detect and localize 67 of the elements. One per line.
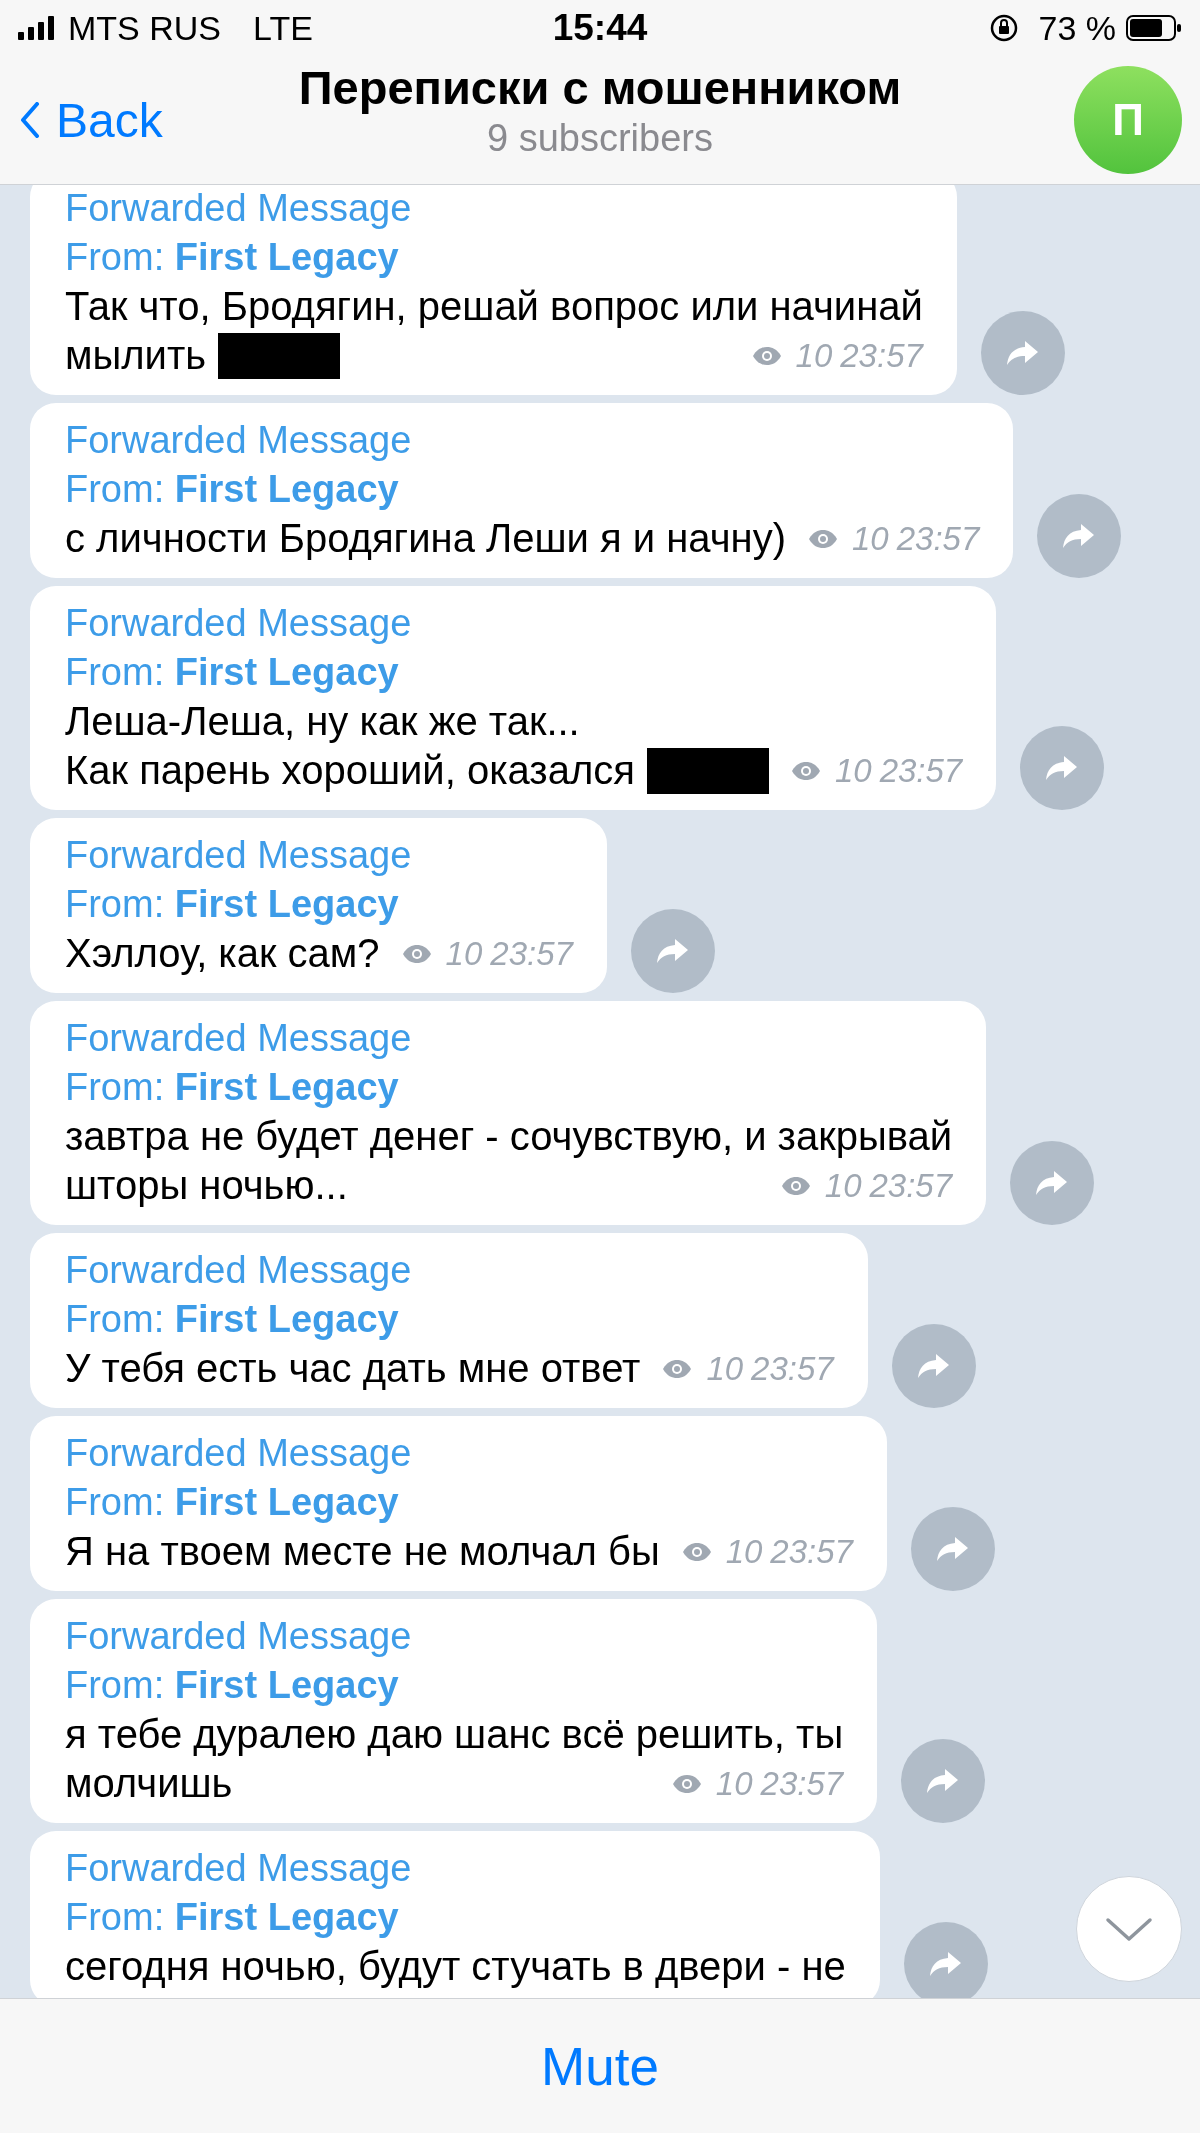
clock-time: 15:44 [552,7,648,49]
rotation-lock-icon [988,13,1019,43]
sender-name: From: First Legacy [65,882,399,927]
message-time: 23:57 [869,1166,953,1206]
message-text: с личности Бродягина Леши я и начну) [65,515,786,562]
subscriber-count: 9 subscribers [487,117,713,160]
chevron-icon [20,102,40,138]
message-text: Так что, Бродягин, решай вопрос или начинай [65,283,923,330]
view-count: 10 [852,519,889,559]
forwarded-label: Forwarded Message [65,1431,412,1476]
channel-avatar[interactable]: П [1074,66,1182,174]
forwarded-label: Forwarded Message [65,601,412,646]
sender-name: From: First Legacy [65,1065,399,1110]
forwarded-label: Forwarded Message [65,186,412,231]
eye-icon [808,528,838,549]
forwarded-label: Forwarded Message [65,1248,412,1293]
eye-icon [662,1358,693,1379]
sender-name: From: First Legacy [65,1480,399,1525]
forwarded-label: Forwarded Message [65,418,412,463]
sender-name: From: First Legacy [65,1663,399,1708]
message-text: я тебе дуралею даю шанс всё решить, ты [65,1711,844,1758]
forwarded-label: Forwarded Message [65,833,412,878]
message-text: Я на твоем месте не молчал бы [65,1528,660,1575]
sender-name: From: First Legacy [65,467,399,512]
carrier-name: MTS RUS [68,8,221,48]
eye-icon [671,1773,702,1794]
message-time: 23:57 [879,751,963,791]
sender-name: From: First Legacy [65,1297,399,1342]
message-text: Хэллоу, как сам? [65,930,380,977]
message-time: 23:57 [751,1349,834,1389]
message-text: Леша-Леша, ну как же так... [65,698,580,745]
network-type: LTE [253,8,313,48]
message-text: шторы ночью... [65,1162,348,1209]
message-text: завтра не будет денег - сочувствую, и закрывай [65,1113,953,1160]
eye-icon [790,760,821,781]
view-count: 10 [834,751,872,791]
message-text: мылить [65,332,207,379]
battery-percent: 73 % [1038,8,1116,48]
forwarded-label: Forwarded Message [65,1614,412,1659]
eye-icon [780,1175,811,1196]
view-count: 10 [445,934,483,974]
message-text: сегодня ночью, будут стучать в двери - не [65,1943,846,1990]
view-count: 10 [824,1166,862,1206]
mute-button[interactable]: Mute [535,2034,665,2098]
back-button[interactable]: Back [20,92,163,148]
message-text: У тебя есть час дать мне ответ [65,1345,641,1392]
message-time: 23:57 [840,336,923,376]
forwarded-label: Forwarded Message [65,1016,412,1061]
view-count: 10 [706,1349,744,1389]
forwarded-label: Forwarded Message [65,1846,412,1891]
message-time: 23:57 [770,1532,853,1572]
message-text: Как парень хороший, оказался [65,747,635,794]
message-time: 23:57 [490,934,573,974]
channel-title: Переписки с мошенником [298,60,902,115]
view-count: 10 [795,336,833,376]
eye-icon [681,1541,712,1562]
eye-icon [401,943,432,964]
sender-name: From: First Legacy [65,235,399,280]
sender-name: From: First Legacy [65,650,399,695]
sender-name: From: First Legacy [65,1895,399,1940]
eye-icon [751,345,782,366]
message-time: 23:57 [896,519,980,559]
message-text: молчишь [65,1760,233,1807]
view-count: 10 [715,1764,753,1804]
view-count: 10 [725,1532,763,1572]
message-time: 23:57 [760,1764,844,1804]
battery-icon [1126,15,1182,41]
